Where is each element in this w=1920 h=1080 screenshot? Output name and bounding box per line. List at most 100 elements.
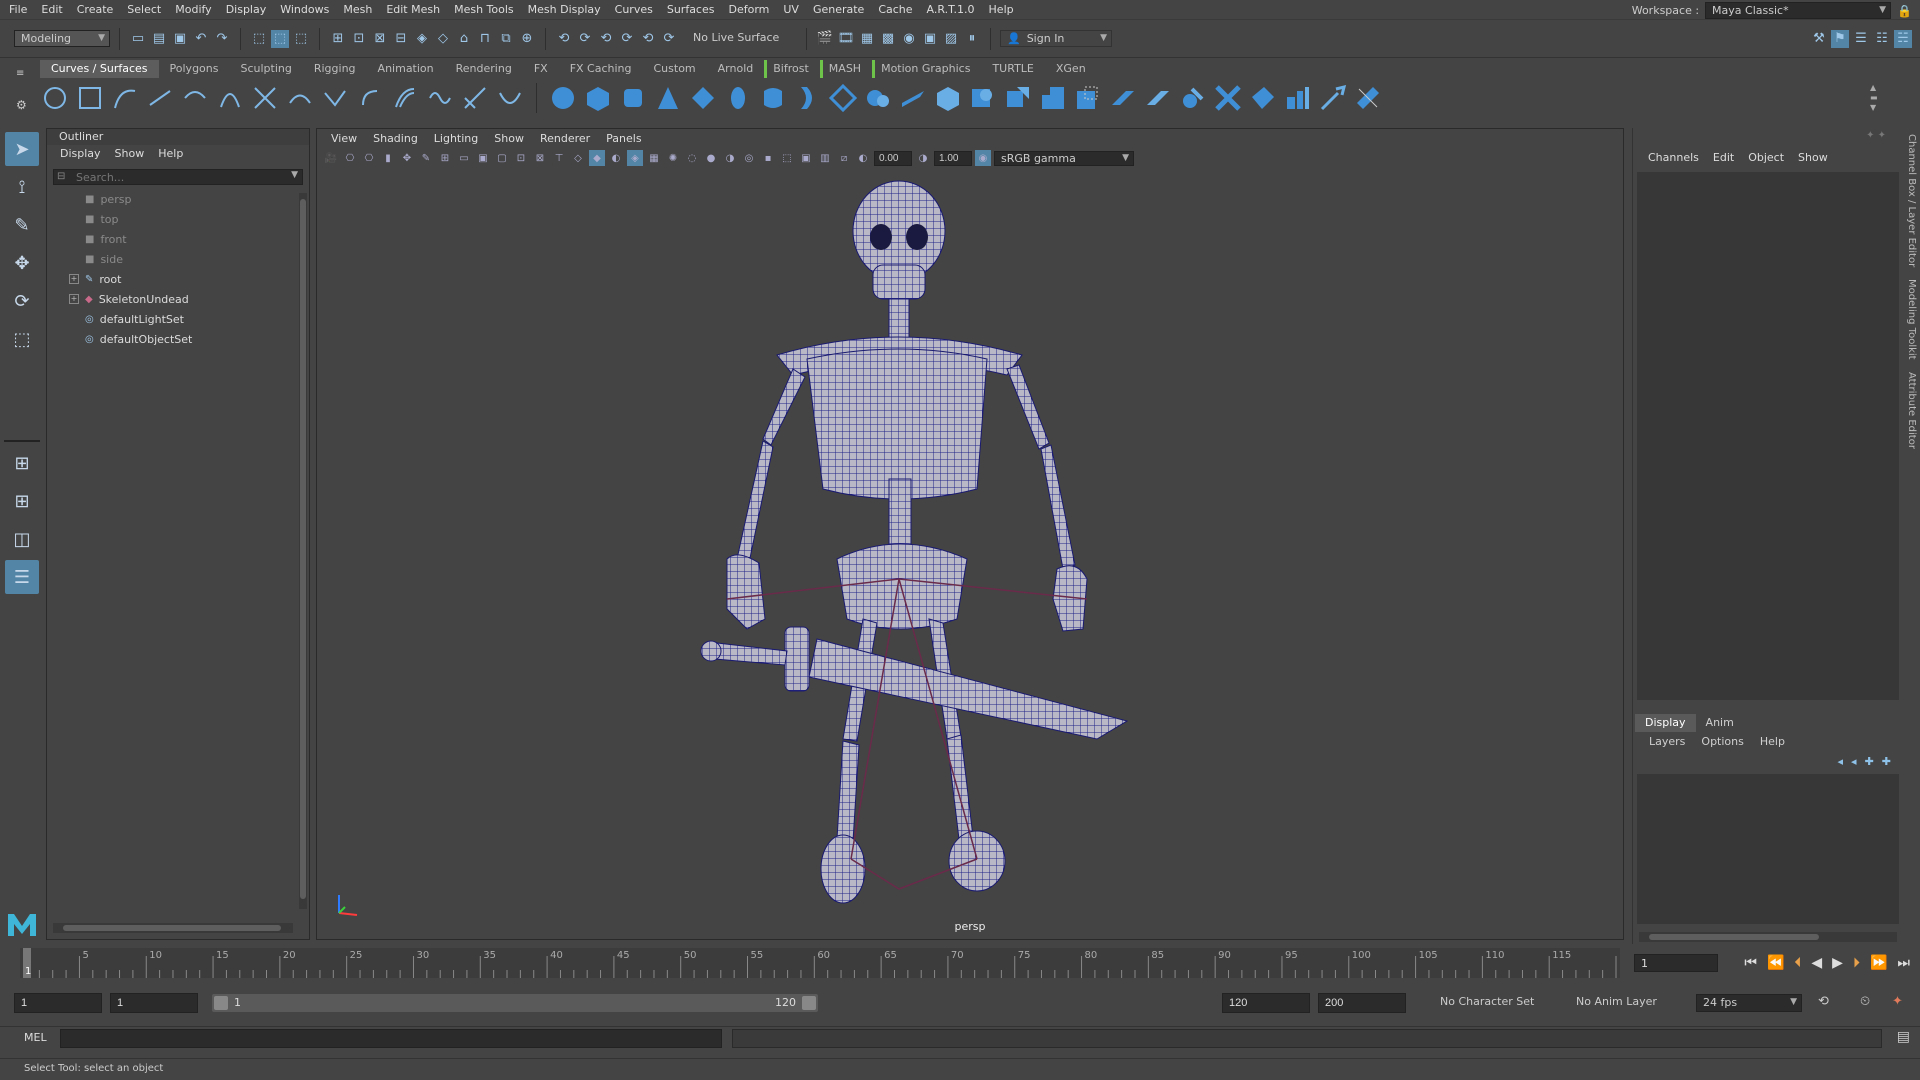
- range-slider-bar[interactable]: 1 120: [212, 994, 818, 1012]
- detach-curves-icon[interactable]: [285, 83, 315, 113]
- xray-icon[interactable]: ▣: [798, 150, 814, 166]
- layer-move-down-icon[interactable]: ◂: [1851, 755, 1857, 768]
- output-ops-icon[interactable]: ⟳: [576, 30, 594, 48]
- shelf-tab-motion-graphics[interactable]: Motion Graphics: [872, 60, 981, 78]
- detach-surfaces-icon[interactable]: [1213, 83, 1243, 113]
- bevel-icon[interactable]: [933, 83, 963, 113]
- search-options-icon[interactable]: ▼: [291, 170, 298, 180]
- attach-curves-icon[interactable]: [250, 83, 280, 113]
- step-forward-key-icon[interactable]: ⏵: [1853, 955, 1860, 971]
- four-pane-layout-icon[interactable]: ⊞: [5, 484, 39, 518]
- use-all-lights-icon[interactable]: ✺: [665, 150, 681, 166]
- untrim-icon[interactable]: [1143, 83, 1173, 113]
- expand-icon[interactable]: +: [69, 294, 79, 304]
- play-forward-icon[interactable]: ▶: [1832, 955, 1843, 971]
- skeleton-model[interactable]: [667, 179, 1167, 919]
- layer-menu-layers[interactable]: Layers: [1641, 735, 1693, 748]
- snap-surface-icon[interactable]: ◈: [413, 30, 431, 48]
- current-frame-field[interactable]: [1634, 954, 1718, 972]
- side-tab-attribute-editor[interactable]: Attribute Editor: [1906, 366, 1917, 455]
- align-surfaces-icon[interactable]: [1248, 83, 1278, 113]
- layer-menu-help[interactable]: Help: [1752, 735, 1793, 748]
- script-editor-icon[interactable]: ▤: [1897, 1029, 1910, 1045]
- menu-set-dropdown[interactable]: Modeling ▼: [14, 30, 110, 47]
- outliner-menu-help[interactable]: Help: [151, 145, 190, 163]
- menu-a-r-t-1-0[interactable]: A.R.T.1.0: [920, 0, 982, 20]
- workspace-dropdown[interactable]: Maya Classic* ▼: [1705, 2, 1892, 19]
- nurbs-torus-icon[interactable]: [723, 83, 753, 113]
- outliner-node[interactable]: ■ side: [47, 249, 309, 269]
- outliner-node[interactable]: + ◆ SkeletonUndead: [47, 289, 309, 309]
- snap-view-icon[interactable]: ◇: [434, 30, 452, 48]
- shelf-tab-polygons[interactable]: Polygons: [159, 60, 230, 78]
- exposure-field[interactable]: [874, 150, 912, 166]
- nurbs-cylinder-icon[interactable]: [618, 83, 648, 113]
- magnet-icon[interactable]: ⊓: [476, 30, 494, 48]
- menu-select[interactable]: Select: [120, 0, 168, 20]
- range-end-handle[interactable]: [802, 996, 816, 1010]
- intersect-icon[interactable]: [1073, 83, 1103, 113]
- side-tab-channel-box-layer-editor[interactable]: Channel Box / Layer Editor: [1906, 128, 1917, 273]
- step-forward-icon[interactable]: ⏩: [1870, 955, 1887, 971]
- viewport-menu-view[interactable]: View: [323, 129, 365, 149]
- outliner-node[interactable]: ■ persp: [47, 189, 309, 209]
- attribute-editor-icon[interactable]: ☰: [1852, 30, 1870, 48]
- textured-icon[interactable]: ▦: [646, 150, 662, 166]
- menu-generate[interactable]: Generate: [806, 0, 871, 20]
- menu-create[interactable]: Create: [70, 0, 121, 20]
- xray-joints-icon[interactable]: ▥: [817, 150, 833, 166]
- shelf-menu-icon[interactable]: ≡: [16, 68, 24, 79]
- planar-icon[interactable]: [828, 83, 858, 113]
- ep-curve-icon[interactable]: [145, 83, 175, 113]
- menu-help[interactable]: Help: [982, 0, 1021, 20]
- open-close-surface-icon[interactable]: [1283, 83, 1313, 113]
- menu-curves[interactable]: Curves: [608, 0, 660, 20]
- menu-uv[interactable]: UV: [776, 0, 806, 20]
- command-input[interactable]: [60, 1029, 722, 1048]
- single-pane-layout-icon[interactable]: ⊞: [5, 446, 39, 480]
- wireframe-icon[interactable]: ◇: [570, 150, 586, 166]
- snap-plane-icon[interactable]: ⊟: [392, 30, 410, 48]
- viewport-menu-show[interactable]: Show: [486, 129, 532, 149]
- layer-hscrollbar[interactable]: [1639, 932, 1897, 942]
- view-transform-dropdown[interactable]: sRGB gamma ▼: [994, 150, 1134, 166]
- menu-file[interactable]: File: [2, 0, 34, 20]
- move-tool-icon[interactable]: ✥: [5, 246, 39, 280]
- scale-tool-icon[interactable]: ⬚: [5, 322, 39, 356]
- shelf-tab-fx[interactable]: FX: [523, 60, 559, 78]
- layer-tab-display[interactable]: Display: [1635, 714, 1696, 732]
- select-object-icon[interactable]: ⬚: [271, 29, 289, 48]
- playback-end-field[interactable]: [1222, 993, 1310, 1013]
- ipr-render-icon[interactable]: ▦: [858, 30, 876, 48]
- outliner-node[interactable]: ◎ defaultObjectSet: [47, 329, 309, 349]
- construction-history-icon[interactable]: ⌂: [455, 30, 473, 48]
- viewport-menu-panels[interactable]: Panels: [598, 129, 649, 149]
- menu-mesh-display[interactable]: Mesh Display: [521, 0, 608, 20]
- nurbs-cube-icon[interactable]: [583, 83, 613, 113]
- nurbs-cone-icon[interactable]: [653, 83, 683, 113]
- hypershade-icon[interactable]: ◉: [900, 30, 918, 48]
- gamma-field[interactable]: [934, 150, 972, 166]
- depth-of-field-icon[interactable]: ▪: [760, 150, 776, 166]
- undo-icon[interactable]: ↶: [192, 30, 210, 48]
- channel-box-icon[interactable]: ☵: [1894, 29, 1912, 48]
- attach-surfaces-icon[interactable]: [1178, 83, 1208, 113]
- tool-settings-icon[interactable]: ☷: [1873, 30, 1891, 48]
- camera-attributes-icon[interactable]: ⎔: [342, 150, 358, 166]
- safe-title-icon[interactable]: ⊤: [551, 150, 567, 166]
- screen-space-ao-icon[interactable]: ●: [703, 150, 719, 166]
- menu-modify[interactable]: Modify: [168, 0, 218, 20]
- select-camera-icon[interactable]: 🎥: [323, 150, 339, 166]
- smooth-shade-icon[interactable]: ◆: [589, 150, 605, 166]
- go-to-start-icon[interactable]: ⏮: [1744, 955, 1757, 971]
- viewport-panel[interactable]: View Shading Lighting Show Renderer Panels 🎥 …: [316, 128, 1624, 940]
- channel-menu-edit[interactable]: Edit: [1706, 148, 1741, 168]
- shelf-tab-turtle[interactable]: TURTLE: [981, 60, 1044, 78]
- two-pane-layout-icon[interactable]: ◫: [5, 522, 39, 556]
- step-back-key-icon[interactable]: ⏴: [1794, 955, 1801, 971]
- extrude-icon[interactable]: [863, 83, 893, 113]
- color-management-icon[interactable]: ◉: [975, 150, 991, 166]
- pause-viewport-icon[interactable]: ⏸: [963, 30, 981, 48]
- shadows-icon[interactable]: ◌: [684, 150, 700, 166]
- render-current-icon[interactable]: 🎬: [816, 30, 834, 48]
